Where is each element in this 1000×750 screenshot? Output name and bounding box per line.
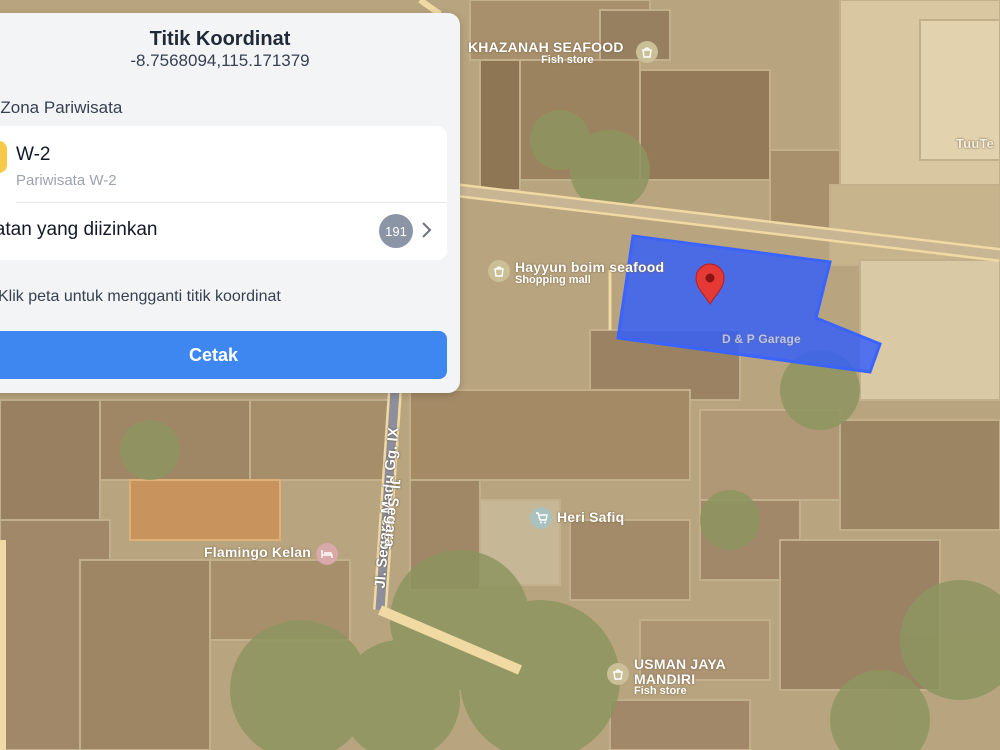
poi-name: D & P Garage bbox=[722, 332, 801, 346]
poi-tuute[interactable]: TuuTe bbox=[956, 136, 994, 151]
poi-usman-jaya-mandiri[interactable]: USMAN JAYA MANDIRI Fish store bbox=[607, 657, 734, 698]
shopping-cart-icon bbox=[530, 507, 552, 529]
poi-hayyun-boim-seafood[interactable]: Hayyun boim seafood Shopping mall bbox=[488, 260, 664, 286]
panel-title: Titik Koordinat bbox=[149, 28, 291, 50]
poi-name: KHAZANAH SEAFOOD bbox=[468, 39, 624, 55]
poi-d-p-garage[interactable]: D & P Garage bbox=[722, 332, 801, 346]
poi-name: Heri Safiq bbox=[557, 509, 625, 525]
divider bbox=[16, 202, 447, 203]
activities-count-badge: 191 bbox=[379, 214, 413, 248]
poi-name: USMAN JAYA MANDIRI bbox=[634, 656, 726, 687]
shopping-bag-icon bbox=[636, 41, 658, 63]
map-click-hint: Klik peta untuk mengganti titik koordina… bbox=[0, 288, 281, 305]
chevron-right-icon bbox=[422, 222, 432, 238]
poi-khazanah-seafood[interactable]: KHAZANAH SEAFOOD Fish store bbox=[468, 39, 658, 66]
zone-name: Pariwisata W-2 bbox=[16, 172, 117, 189]
zone-card: W-2 Pariwisata W-2 giatan yang diizinkan… bbox=[0, 126, 447, 260]
allowed-activities-row[interactable]: giatan yang diizinkan 191 bbox=[0, 206, 447, 258]
shopping-bag-icon bbox=[488, 260, 510, 282]
zone-color-swatch bbox=[0, 141, 7, 173]
print-button[interactable]: Cetak bbox=[0, 331, 447, 379]
shopping-bag-icon bbox=[607, 663, 629, 685]
poi-category: Fish store bbox=[541, 53, 594, 66]
poi-name: Flamingo Kelan bbox=[204, 544, 312, 560]
poi-category: Shopping mall bbox=[515, 273, 591, 286]
poi-heri-safiq[interactable]: Heri Safiq bbox=[530, 507, 624, 529]
coordinate-readout: -8.7568094,115.171379 bbox=[130, 51, 310, 70]
zone-code: W-2 bbox=[16, 144, 51, 165]
hotel-icon bbox=[316, 543, 339, 565]
poi-name: TuuTe bbox=[956, 136, 995, 151]
poi-name: Hayyun boim seafood bbox=[515, 259, 665, 275]
poi-flamingo-kelan[interactable]: Flamingo Kelan bbox=[204, 543, 339, 565]
poi-category: Fish store bbox=[634, 685, 687, 698]
allowed-activities-label: giatan yang diizinkan bbox=[0, 219, 158, 240]
zone-heading: - Zona Pariwisata bbox=[0, 98, 123, 117]
coordinate-info-panel: Titik Koordinat -8.7568094,115.171379 - … bbox=[0, 13, 460, 393]
